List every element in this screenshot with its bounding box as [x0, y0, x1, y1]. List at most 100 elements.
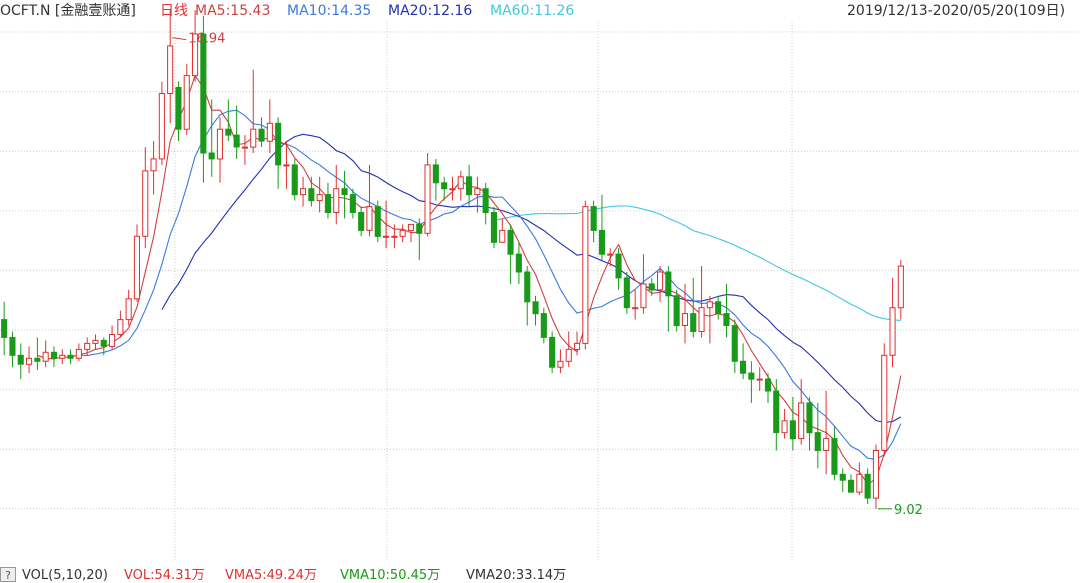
candle [723, 283, 730, 338]
vma20-value: VMA20:33.14万 [466, 568, 567, 583]
candle [681, 283, 689, 344]
candle [864, 468, 871, 505]
candle-body [698, 307, 705, 333]
candle [872, 444, 880, 509]
candle [432, 158, 439, 201]
candle-body [150, 158, 157, 172]
candle [216, 117, 223, 183]
candle [856, 462, 863, 496]
candle [831, 426, 838, 481]
vma5-value: VMA5:49.24万 [225, 568, 317, 583]
candlestick-chart[interactable]: 16.94 9.02 [0, 0, 1080, 560]
candle [615, 248, 622, 290]
candle-body [300, 188, 307, 196]
candle-body [17, 354, 24, 365]
candle [158, 81, 165, 165]
candle [889, 277, 896, 368]
candle-body [524, 271, 531, 303]
candle [524, 266, 531, 326]
candle-body [856, 473, 863, 493]
candle [756, 367, 763, 391]
annotations-group: 16.94 9.02 [172, 32, 923, 518]
candle-body [84, 342, 91, 350]
candle-body [391, 235, 398, 238]
candle-body [540, 313, 547, 338]
candle-body [673, 295, 680, 327]
candle-body [731, 325, 738, 362]
candle [50, 346, 58, 368]
candle-body [133, 235, 140, 300]
candle-body [26, 357, 33, 365]
candle-body [823, 438, 830, 452]
candle [399, 224, 406, 243]
candle [125, 289, 132, 326]
min-price-label: 9.02 [894, 503, 923, 518]
candle [549, 331, 556, 374]
candle [407, 223, 414, 243]
ma20-line [161, 133, 902, 424]
candle-body [632, 307, 639, 310]
candle-body [67, 354, 74, 359]
candle-body [34, 357, 41, 362]
candle [582, 200, 589, 350]
candle [823, 391, 830, 475]
candle-body [233, 134, 240, 148]
help-icon[interactable]: ? [0, 567, 16, 582]
candle [250, 69, 257, 153]
candle-body [75, 348, 82, 359]
candle [449, 176, 456, 201]
candle [291, 158, 298, 201]
candle-body [831, 438, 838, 475]
candle-body [657, 271, 664, 291]
candle [839, 468, 846, 493]
candle-body [200, 33, 207, 154]
candle [673, 289, 680, 332]
candle-body [648, 283, 655, 291]
candle [92, 334, 99, 350]
ma60-line [493, 205, 901, 321]
candle-body [9, 336, 16, 356]
candle-body [814, 432, 821, 452]
candle [109, 325, 116, 350]
ma5-line [37, 74, 902, 485]
candle-body [50, 351, 58, 359]
candle [258, 117, 265, 148]
candle [316, 176, 323, 213]
candle [698, 266, 705, 338]
candle [740, 343, 747, 380]
candle-body [706, 301, 713, 309]
candle [374, 200, 381, 243]
candle [640, 254, 647, 314]
volume-indicator-bar: ? VOL(5,10,20) VOL:54.31万 VMA5:49.24万 VM… [0, 564, 1080, 583]
candle-body [864, 473, 871, 499]
vol-params: VOL(5,10,20) [22, 568, 108, 583]
candle [706, 295, 713, 344]
candle-body [590, 206, 597, 231]
candle-body [424, 164, 431, 234]
candle [117, 310, 124, 338]
candle [764, 373, 772, 403]
candle [715, 295, 722, 320]
candle-body [532, 301, 539, 315]
candle-body [482, 188, 489, 213]
candle-body [358, 212, 365, 231]
candle-body [474, 188, 481, 196]
candle-body [366, 206, 373, 231]
candle-body [416, 223, 423, 234]
candle [183, 63, 190, 136]
candles-group [1, 10, 904, 509]
candle [781, 408, 788, 439]
candle-body [208, 152, 215, 160]
candle-body [507, 229, 514, 255]
candle [474, 176, 481, 213]
candle-body [291, 164, 298, 196]
candle-body [598, 229, 606, 255]
candle-body [872, 450, 880, 499]
candle [1, 301, 8, 356]
candle [67, 349, 74, 365]
candle [881, 343, 888, 457]
candle [748, 361, 755, 403]
candle [175, 81, 182, 142]
candle [598, 194, 606, 261]
candle [466, 164, 473, 207]
